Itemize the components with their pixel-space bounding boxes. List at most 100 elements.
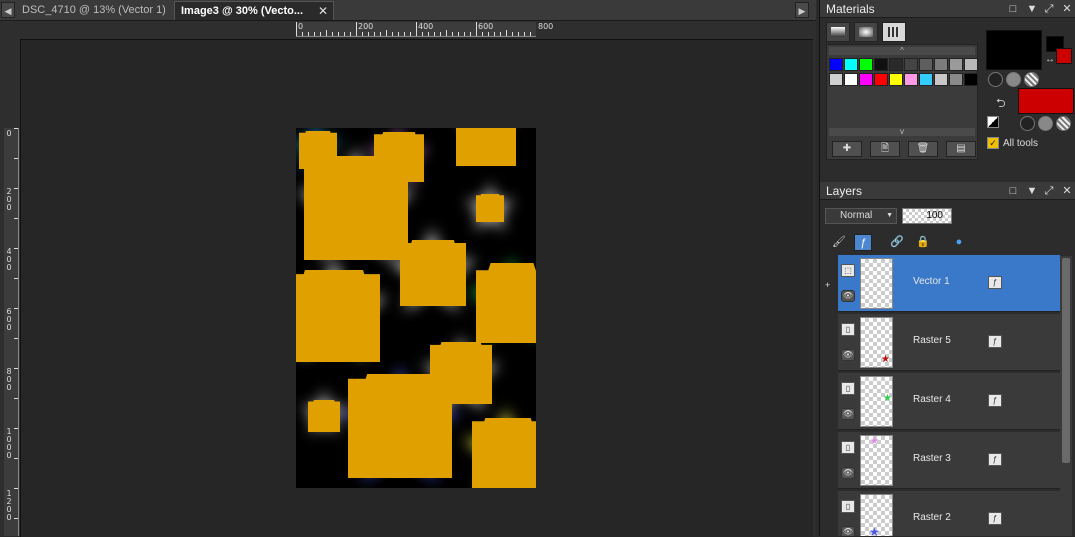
image-canvas[interactable] — [280, 98, 554, 488]
ruler-label: 200 — [6, 187, 12, 212]
fx-icon[interactable]: ƒ — [988, 453, 1002, 466]
eye-icon[interactable]: 👁 — [841, 467, 855, 479]
minimize-icon[interactable]: □ — [1006, 182, 1020, 200]
scroll-down-icon[interactable]: v — [829, 128, 975, 136]
document-tab-bar: ◀ DSC_4710 @ 13% (Vector 1) Image3 @ 30%… — [0, 0, 816, 21]
fx-icon[interactable]: ƒ — [988, 276, 1002, 289]
add-swatch-button[interactable]: ✚ — [832, 141, 862, 157]
pin-icon[interactable]: ▼ — [1025, 0, 1039, 18]
layer-thumbnail: ★ — [860, 317, 893, 368]
style-pattern-icon[interactable] — [1024, 72, 1039, 87]
float-icon[interactable]: ⤢ — [1042, 182, 1056, 200]
new-palette-button[interactable]: 🗎 — [870, 141, 900, 157]
pin-icon[interactable]: ▼ — [1025, 182, 1039, 200]
color-swatch[interactable] — [859, 73, 873, 86]
layers-scrollbar[interactable] — [1060, 256, 1072, 536]
close-tab-icon[interactable]: ✕ — [318, 4, 328, 18]
color-swatch[interactable] — [889, 73, 903, 86]
color-swatch[interactable] — [919, 73, 933, 86]
float-icon[interactable]: ⤢ — [1042, 0, 1056, 18]
layer-row-raster-2[interactable]: ▯ 👁 ★ Raster 2 ƒ — [838, 491, 1060, 536]
color-swatch[interactable] — [829, 73, 843, 86]
link-icon[interactable]: 🔗 — [888, 234, 906, 251]
right-docked-panels: Materials □ ▼ ⤢ ✕ ^ v ✚ 🗎 🗑 ▤ ↔ ⮌ ✓ All … — [819, 0, 1075, 536]
layer-row-raster-5[interactable]: ▯ 👁 ★ Raster 5 ƒ — [838, 314, 1060, 371]
scroll-up-icon[interactable]: ^ — [829, 47, 975, 55]
transparent-toggle-icon[interactable] — [987, 116, 999, 128]
ruler-label-800: 800 — [538, 22, 554, 31]
palette-properties-button[interactable]: ▤ — [946, 141, 976, 157]
layer-thumbnail — [860, 258, 893, 309]
layer-row-vector-1[interactable]: ⬚ 👁 Vector 1 ƒ — [838, 255, 1060, 312]
panel-close-icon[interactable]: ✕ — [1060, 182, 1074, 200]
tab-dsc-4710[interactable]: DSC_4710 @ 13% (Vector 1) — [16, 1, 174, 20]
star-thumb-icon: ★ — [870, 436, 879, 447]
star-artwork — [280, 98, 554, 488]
delete-swatch-button[interactable]: 🗑 — [908, 141, 938, 157]
color-swatch[interactable] — [949, 73, 963, 86]
panel-close-icon[interactable]: ✕ — [1060, 0, 1074, 18]
texture-tab-icon[interactable] — [854, 22, 878, 42]
color-swatch[interactable] — [964, 73, 978, 86]
color-swatch[interactable] — [829, 58, 843, 71]
ruler-label: 400 — [418, 22, 434, 31]
fx-icon[interactable]: ƒ — [988, 512, 1002, 525]
color-swatch[interactable] — [919, 58, 933, 71]
style-solid-icon[interactable] — [988, 72, 1003, 87]
gradient-tab-icon[interactable] — [826, 22, 850, 42]
color-swatch[interactable] — [889, 58, 903, 71]
background-small-swatch[interactable] — [1056, 48, 1072, 64]
eye-icon[interactable]: 👁 — [841, 349, 855, 361]
eye-icon[interactable]: 👁 — [841, 408, 855, 420]
ruler-label: 0 — [6, 129, 12, 138]
color-swatch[interactable] — [874, 58, 888, 71]
opacity-field[interactable]: 100 — [902, 208, 952, 224]
color-swatch[interactable] — [874, 73, 888, 86]
tab-scroll-right-icon[interactable]: ▶ — [795, 2, 809, 18]
blend-mode-select[interactable]: Normal ▼ — [825, 208, 897, 224]
eye-icon[interactable]: 👁 — [841, 526, 855, 536]
ruler-label: 200 — [358, 22, 374, 31]
layer-row-raster-4[interactable]: ▯ 👁 ★ Raster 4 ƒ — [838, 373, 1060, 430]
color-swatch[interactable] — [934, 58, 948, 71]
fx-icon[interactable]: ƒ — [988, 394, 1002, 407]
ruler-label: 600 — [6, 307, 12, 332]
ruler-label: 400 — [6, 247, 12, 272]
horizontal-ruler-ticks — [296, 22, 531, 36]
bg-style-solid-icon[interactable] — [1020, 116, 1035, 131]
tab-image3[interactable]: Image3 @ 30% (Vecto... — [174, 1, 334, 20]
color-swatch[interactable] — [859, 58, 873, 71]
raster-layer-icon: ▯ — [841, 382, 855, 395]
color-swatch[interactable] — [844, 73, 858, 86]
tab-scroll-left-icon[interactable]: ◀ — [1, 2, 15, 18]
color-swatch[interactable] — [934, 73, 948, 86]
style-gradient-icon[interactable] — [1006, 72, 1021, 87]
background-color-swatch[interactable] — [1018, 88, 1074, 114]
color-swatch[interactable] — [904, 58, 918, 71]
globe-icon[interactable]: ● — [950, 234, 968, 251]
layer-row-raster-3[interactable]: ▯ 👁 ★ Raster 3 ƒ — [838, 432, 1060, 489]
expand-group-icon[interactable]: + — [825, 280, 830, 290]
foreground-color-swatch[interactable] — [986, 30, 1042, 70]
all-tools-checkbox[interactable]: ✓ — [987, 137, 999, 149]
scrollbar-thumb[interactable] — [1062, 258, 1070, 463]
color-swatch[interactable] — [844, 58, 858, 71]
fx-icon[interactable]: ƒ — [854, 234, 872, 251]
color-swatch[interactable] — [964, 58, 978, 71]
ruler-label: 600 — [478, 22, 494, 31]
lock-icon[interactable]: 🔒 — [914, 234, 932, 251]
star-thumb-icon: ★ — [883, 393, 892, 404]
color-swatch[interactable] — [949, 58, 963, 71]
swatches-tab-icon[interactable] — [882, 22, 906, 42]
reset-colors-icon[interactable]: ⮌ — [996, 94, 1006, 115]
layer-name: Vector 1 — [913, 276, 950, 287]
minimize-icon[interactable]: □ — [1006, 0, 1020, 18]
swap-colors-icon[interactable]: ↔ — [1045, 54, 1055, 65]
vertical-ruler: 0 200 400 600 800 1000 1200 — [4, 128, 19, 536]
bg-style-pattern-icon[interactable] — [1056, 116, 1071, 131]
bg-style-gradient-icon[interactable] — [1038, 116, 1053, 131]
fx-icon[interactable]: ƒ — [988, 335, 1002, 348]
eye-icon[interactable]: 👁 — [841, 290, 855, 302]
color-swatch[interactable] — [904, 73, 918, 86]
brush-icon[interactable]: 🖌 — [830, 234, 848, 251]
